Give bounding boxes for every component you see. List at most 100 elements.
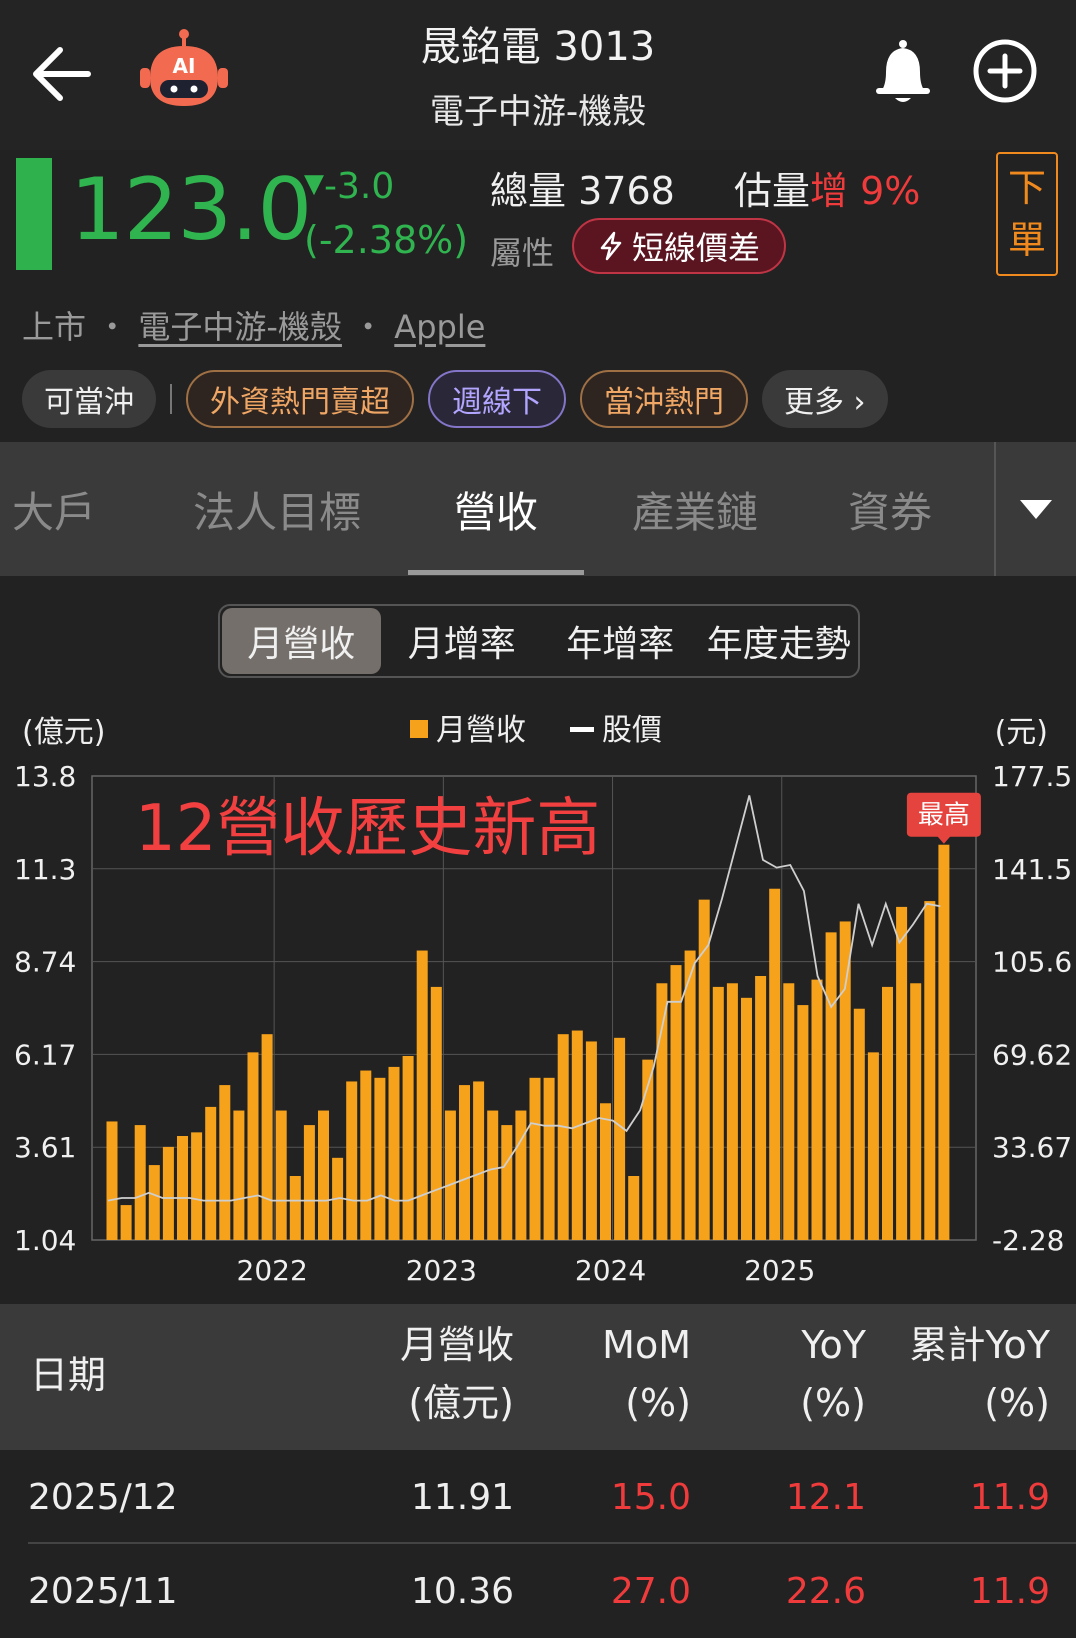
tab-margin-trading[interactable]: 資券 <box>820 442 960 576</box>
revenue-bar <box>543 1077 555 1240</box>
add-watchlist-button[interactable] <box>970 36 1040 106</box>
revenue-bar <box>797 1005 809 1240</box>
table-row[interactable]: 2025/11 10.36 27.0 22.6 11.9 <box>0 1544 1076 1638</box>
revenue-bar <box>670 965 682 1240</box>
revenue-bar <box>571 1030 583 1240</box>
header-cum-yoy-line2: (%) <box>984 1381 1050 1425</box>
cell-revenue: 11.91 <box>410 1476 514 1518</box>
header-date: 日期 <box>30 1353 107 1397</box>
order-button-label-1: 下 <box>1007 166 1046 210</box>
revenue-bar <box>487 1110 499 1240</box>
revenue-bar <box>769 888 781 1240</box>
revenue-bar <box>444 1110 456 1240</box>
price-change-value: -3.0 <box>324 166 395 207</box>
header-revenue: 月營收 (億元) <box>400 1316 514 1432</box>
header-yoy: YoY (%) <box>800 1316 866 1432</box>
price-change-pct: (-2.38%) <box>304 218 469 262</box>
revenue-bar <box>162 1146 174 1240</box>
left-tick-label: 1.04 <box>14 1224 76 1257</box>
down-triangle-icon: ▼ <box>304 169 324 199</box>
cell-cum-yoy: 11.9 <box>969 1570 1050 1612</box>
caret-down-icon <box>1020 500 1052 519</box>
tag-hot-day-trade[interactable]: 當沖熱門 <box>580 370 748 428</box>
revenue-bar <box>430 986 442 1240</box>
tag-day-trade[interactable]: 可當沖 <box>22 370 156 428</box>
tag-more-button[interactable]: 更多 › <box>762 370 888 428</box>
revenue-bar <box>755 976 767 1240</box>
est-pct: 9% <box>860 169 921 213</box>
header-mom-line2: (%) <box>625 1381 691 1425</box>
table-row[interactable]: 2025/12 11.91 15.0 12.1 11.9 <box>0 1450 1076 1544</box>
revenue-bar <box>261 1034 273 1240</box>
left-tick-label: 13.8 <box>14 760 76 793</box>
tab-institutional-target[interactable]: 法人目標 <box>170 442 384 576</box>
tabs-dropdown-button[interactable] <box>996 442 1076 576</box>
lightning-icon <box>600 231 622 261</box>
revenue-bar <box>120 1205 132 1240</box>
revenue-bar <box>938 844 950 1240</box>
tag-divider <box>170 384 172 414</box>
revenue-bar <box>402 1056 414 1240</box>
header-yoy-line1: YoY <box>801 1323 866 1367</box>
right-tick-label: 141.5 <box>992 853 1072 886</box>
header-cum-yoy-line1: 累計YoY <box>909 1323 1050 1367</box>
left-tick-label: 8.74 <box>14 946 76 979</box>
cell-date: 2025/11 <box>28 1570 178 1612</box>
breadcrumb-separator: ・ <box>96 308 129 346</box>
revenue-bar <box>783 983 795 1240</box>
order-button[interactable]: 下 單 <box>996 152 1058 276</box>
revenue-bar <box>585 1041 597 1240</box>
tag-weekly-down[interactable]: 週線下 <box>428 370 566 428</box>
revenue-bar <box>233 1110 245 1240</box>
revenue-bar <box>106 1121 118 1240</box>
tab-major-holders[interactable]: 大戶 <box>0 442 108 576</box>
est-direction: 增 <box>810 169 849 213</box>
revenue-bar <box>346 1081 358 1240</box>
left-tick-label: 3.61 <box>14 1131 76 1164</box>
right-tick-label: 105.6 <box>992 946 1072 979</box>
tab-supply-chain[interactable]: 產業鏈 <box>610 442 780 576</box>
header-mom-line1: MoM <box>602 1323 691 1367</box>
revenue-bar <box>614 1037 626 1240</box>
x-tick-label: 2025 <box>744 1254 815 1287</box>
revenue-bar <box>388 1066 400 1240</box>
revenue-bar <box>303 1125 315 1240</box>
max-marker: 最高 <box>906 792 981 844</box>
attribute-badge[interactable]: 短線價差 <box>572 218 787 274</box>
revenue-bar <box>289 1176 301 1240</box>
industry-link[interactable]: 電子中游-機殼 <box>138 308 342 346</box>
revenue-bar <box>839 921 851 1240</box>
right-tick-label: 177.5 <box>992 760 1072 793</box>
active-tab-indicator <box>408 570 584 575</box>
right-tick-label: 33.67 <box>992 1131 1072 1164</box>
revenue-segment-control: 月營收 月增率 年增率 年度走勢 <box>218 604 860 678</box>
revenue-bar <box>712 986 724 1240</box>
revenue-bar <box>924 901 936 1240</box>
left-tick-label: 6.17 <box>14 1038 76 1071</box>
segment-monthly-revenue[interactable]: 月營收 <box>222 608 381 674</box>
price-change: ▼-3.0 <box>304 166 394 207</box>
tag-row: 可當沖 外資熱門賣超 週線下 當沖熱門 更多 › <box>22 370 888 428</box>
revenue-bar <box>853 1008 865 1240</box>
revenue-bar <box>134 1125 146 1240</box>
last-price: 123.0 <box>70 160 312 260</box>
max-badge-label: 最高 <box>918 801 970 831</box>
segment-annual-trend[interactable]: 年度走勢 <box>700 606 859 676</box>
legend-price-swatch <box>570 727 594 732</box>
cell-mom: 27.0 <box>610 1570 691 1612</box>
tab-revenue[interactable]: 營收 <box>408 442 584 576</box>
alert-button[interactable] <box>868 36 938 106</box>
tag-foreign-net-sell[interactable]: 外資熱門賣超 <box>186 370 414 428</box>
revenue-bar <box>177 1136 188 1240</box>
chart-annotation: 12營收歷史新高 <box>135 792 600 866</box>
segment-yoy[interactable]: 年增率 <box>541 606 700 676</box>
revenue-bar <box>896 906 908 1240</box>
top-header: AI 晟銘電 3013 電子中游-機殼 <box>0 0 1076 150</box>
revenue-bar <box>473 1081 485 1240</box>
revenue-bar <box>501 1125 513 1240</box>
concept-link[interactable]: Apple <box>394 308 485 346</box>
estimated-volume: 估量增 9% <box>734 160 920 215</box>
segment-mom[interactable]: 月增率 <box>383 606 542 676</box>
revenue-bar <box>741 997 752 1240</box>
total-volume: 總量 3768 <box>490 160 675 215</box>
